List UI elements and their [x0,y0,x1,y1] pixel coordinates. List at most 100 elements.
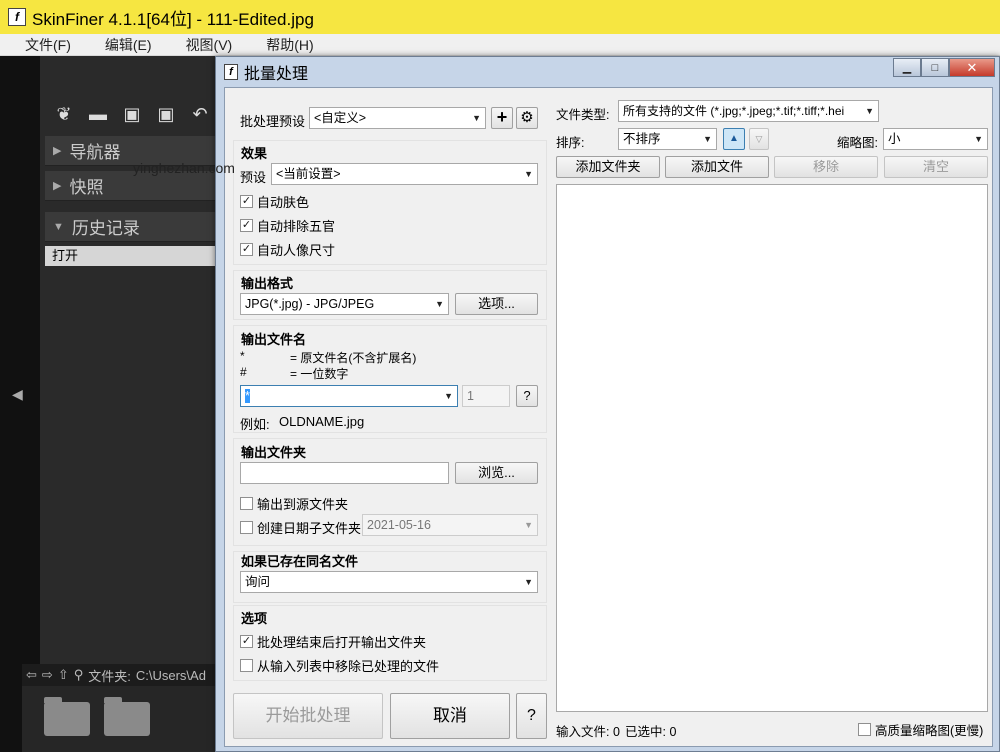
chevron-down-icon: ▼ [444,391,453,401]
output-folder-input[interactable] [240,462,449,484]
add-preset-button[interactable]: + [491,107,513,129]
checkbox-label: 批处理结束后打开输出文件夹 [257,635,427,650]
format-options-button[interactable]: 选项... [455,293,538,315]
output-filename-title: 输出文件名 [241,332,307,347]
back-icon[interactable]: ⇦ [26,667,37,683]
check-icon: ✓ [240,195,253,208]
checkbox-label: 创建日期子文件夹 [257,521,362,536]
effects-title: 效果 [241,146,268,161]
dialog-content: 批处理预设 <自定义> ▼ + ⚙ 效果 预设 <当前设置> ▼ ✓ 自动肤色 ✓ 自动… [224,87,993,747]
browse-button[interactable]: 浏览... [455,462,538,484]
add-folder-button[interactable]: 添加文件夹 [556,156,660,178]
start-batch-button[interactable]: 开始批处理 [233,693,383,739]
save-icon[interactable]: ▣ [122,104,142,124]
auto-portrait-size-checkbox[interactable]: ✓ 自动人像尺寸 [240,240,335,259]
file-list[interactable] [556,184,988,712]
minimize-button[interactable]: ▁ [893,58,921,77]
remove-processed-checkbox[interactable]: 从输入列表中移除已处理的文件 [240,656,439,675]
preset-label: 批处理预设 [240,114,306,129]
undo-icon[interactable]: ↶ [190,104,210,124]
thumbnail-label: 缩略图: [837,136,878,150]
number-start-input[interactable]: 1 [462,385,510,407]
panel-history[interactable]: ▼ 历史记录 [45,212,220,242]
open-folder-icon[interactable]: ▬ [88,104,108,124]
add-file-button[interactable]: 添加文件 [665,156,769,178]
preset-select[interactable]: <自定义> ▼ [309,107,486,129]
cancel-button[interactable]: 取消 [390,693,510,739]
clear-button[interactable]: 清空 [884,156,988,178]
options-title: 选项 [241,611,268,626]
date-subfolder-checkbox[interactable]: 创建日期子文件夹 [240,518,361,537]
watermark: yinghezhan.com [133,160,235,176]
input-count-status: 输入文件: 0 [556,725,620,739]
sort-label: 排序: [556,136,585,150]
up-icon[interactable]: ⇧ [58,667,69,683]
file-type-label: 文件类型: [556,108,610,122]
help-button[interactable]: ? [516,693,547,739]
checkbox-label: 自动肤色 [257,195,310,210]
if-exists-value: 询问 [245,575,271,589]
chevron-down-icon: ▼ [974,134,983,144]
hq-thumbnail-checkbox[interactable]: 高质量缩略图(更慢) [858,720,983,739]
dialog-logo-icon: f [224,64,238,80]
folder-icon[interactable] [104,697,150,736]
checkbox-box [240,659,253,672]
save-as-icon[interactable]: ▣ [156,104,176,124]
sort-select[interactable]: 不排序 ▼ [618,128,717,150]
example-label: 例如: [240,417,270,432]
preset-settings-button[interactable]: ⚙ [516,107,538,129]
forward-icon[interactable]: ⇨ [42,667,53,683]
filename-pattern-input[interactable]: * ▼ [240,385,458,407]
remove-button[interactable]: 移除 [774,156,878,178]
date-select[interactable]: 2021-05-16 ▼ [362,514,538,536]
sort-ascending-button[interactable]: ▲ [723,128,745,150]
output-to-source-checkbox[interactable]: 输出到源文件夹 [240,494,348,513]
expand-arrow-icon: ▶ [53,145,62,157]
feather-logo-icon: ❦ [56,104,72,124]
number-start-value: 1 [467,389,474,403]
filename-help-button[interactable]: ? [516,385,538,407]
path-value: C:\Users\Ad [135,667,206,683]
output-format-select[interactable]: JPG(*.jpg) - JPG/JPEG ▼ [240,293,449,315]
legend-hash-symbol: # [240,365,247,379]
effects-preset-select[interactable]: <当前设置> ▼ [271,163,538,185]
app-menubar: 文件(F) 编辑(E) 视图(V) 帮助(H) [0,34,1000,56]
file-type-select[interactable]: 所有支持的文件 (*.jpg;*.jpeg;*.tif;*.tiff;*.hei… [618,100,879,122]
app-title: SkinFiner 4.1.1[64位] - 111-Edited.jpg [32,9,314,29]
maximize-button[interactable]: □ [921,58,949,77]
expand-arrow-icon: ▶ [53,180,62,192]
menu-edit[interactable]: 编辑(E) [105,35,152,55]
panel-label: 快照 [69,178,104,197]
menu-file[interactable]: 文件(F) [25,35,71,55]
search-icon[interactable]: ⚲ [74,667,84,683]
checkbox-label: 高质量缩略图(更慢) [875,724,984,738]
app-logo-icon: f [8,8,26,26]
collapse-left-icon[interactable]: ◀ [12,386,23,403]
auto-skin-checkbox[interactable]: ✓ 自动肤色 [240,192,309,211]
window-buttons: ▁ □ ✕ [893,58,995,77]
history-item[interactable]: 打开 [45,246,220,266]
preset-value: <自定义> [314,111,367,125]
chevron-down-icon: ▼ [703,134,712,144]
output-folder-title: 输出文件夹 [241,445,307,460]
checkbox-label: 自动排除五官 [257,219,336,234]
dialog-titlebar: f 批量处理 ▁ □ ✕ [216,57,999,87]
checkbox-box [240,497,253,510]
filename-pattern-value: * [245,389,250,403]
sort-descending-button[interactable]: ▽ [749,128,769,150]
example-value: OLDNAME.jpg [279,414,365,429]
batch-dialog: f 批量处理 ▁ □ ✕ 批处理预设 <自定义> ▼ + ⚙ 效果 预设 <当前设… [215,56,1000,752]
collapse-arrow-icon: ▼ [53,220,64,233]
thumbnail-size-value: 小 [888,132,901,146]
menu-view[interactable]: 视图(V) [186,35,233,55]
if-exists-select[interactable]: 询问 ▼ [240,571,538,593]
open-after-checkbox[interactable]: ✓ 批处理结束后打开输出文件夹 [240,632,426,651]
date-value: 2021-05-16 [367,518,431,532]
parent-folder-icon[interactable] [44,697,90,736]
thumbnail-size-select[interactable]: 小 ▼ [883,128,988,150]
effects-preset-value: <当前设置> [276,167,341,181]
menu-help[interactable]: 帮助(H) [266,35,313,55]
auto-exclude-features-checkbox[interactable]: ✓ 自动排除五官 [240,216,335,235]
file-type-value: 所有支持的文件 (*.jpg;*.jpeg;*.tif;*.tiff;*.hei [623,104,845,118]
close-button[interactable]: ✕ [949,58,995,77]
